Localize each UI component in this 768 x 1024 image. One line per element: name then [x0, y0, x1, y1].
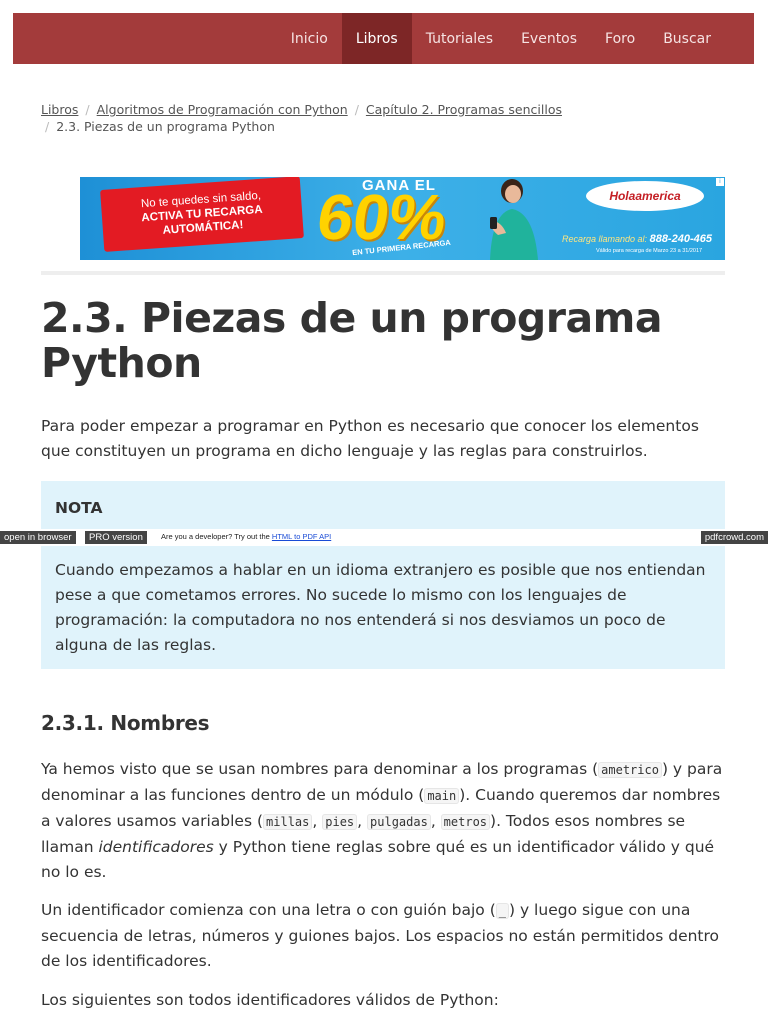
nav-item-inicio[interactable]: Inicio — [277, 13, 342, 64]
code-metros: metros — [440, 814, 491, 830]
nombres-paragraph-3: Los siguientes son todos identificadores… — [41, 991, 499, 1009]
ad-logo: Holaamerica — [586, 181, 704, 211]
nav-item-tutoriales[interactable]: Tutoriales — [412, 13, 507, 64]
breadcrumb-link-book[interactable]: Algoritmos de Programación con Python — [97, 102, 348, 117]
breadcrumb: Libros / Algoritmos de Programación con Py… — [41, 101, 731, 135]
pdfcrowd-site-button[interactable]: pdfcrowd.com — [700, 531, 768, 544]
breadcrumb-link-libros[interactable]: Libros — [41, 102, 78, 117]
page-title: 2.3. Piezas de un programa Python — [41, 294, 663, 387]
breadcrumb-separator: / — [354, 102, 359, 117]
breadcrumb-separator: / — [45, 119, 50, 134]
code-pulgadas: pulgadas — [367, 814, 431, 830]
code-underscore: _ — [495, 903, 509, 919]
code-main: main — [424, 788, 460, 804]
text: Un identificador comienza con una letra … — [41, 901, 496, 919]
divider — [41, 271, 725, 275]
ad-red-tag: No te quedes sin saldo, ACTIVA TU RECARG… — [100, 177, 304, 252]
note-body: Cuando empezamos a hablar en un idioma e… — [55, 561, 706, 654]
banner-ad[interactable]: No te quedes sin saldo, ACTIVA TU RECARG… — [80, 177, 725, 260]
ad-phone: 888-240-465 — [649, 233, 712, 245]
open-in-browser-button[interactable]: open in browser — [0, 531, 76, 544]
text: , — [430, 812, 441, 830]
text: , — [312, 812, 323, 830]
nombres-paragraph-2: Un identificador comienza con una letra … — [41, 898, 731, 974]
breadcrumb-current: 2.3. Piezas de un programa Python — [56, 119, 275, 134]
pdfcrowd-message: Are you a developer? Try out the HTML to… — [161, 532, 331, 541]
ad-woman-image — [490, 179, 538, 260]
nav-item-foro[interactable]: Foro — [591, 13, 649, 64]
intro-paragraph: Para poder empezar a programar en Python… — [41, 417, 699, 460]
nav-item-buscar[interactable]: Buscar — [649, 13, 725, 64]
breadcrumb-link-chapter[interactable]: Capítulo 2. Programas sencillos — [366, 102, 562, 117]
section-title: 2.3.1. Nombres — [41, 711, 210, 735]
pro-version-button[interactable]: PRO version — [85, 531, 147, 544]
note-title: NOTA — [55, 499, 103, 517]
nav-item-libros[interactable]: Libros — [341, 13, 412, 64]
ad-recarga-label: Recarga llamando al: — [562, 234, 648, 244]
note-box: NOTA Cuando empezamos a hablar en un idi… — [41, 481, 725, 669]
code-pies: pies — [322, 814, 358, 830]
nav-menu: Inicio Libros Tutoriales Eventos Foro Bu… — [277, 13, 725, 64]
text: , — [357, 812, 368, 830]
code-millas: millas — [263, 814, 313, 830]
pdfcrowd-bar: open in browser PRO version Are you a de… — [0, 529, 768, 546]
ad-valido: Válido para recarga de Marzo 23 a 31/201… — [596, 248, 703, 254]
ad-info-icon[interactable]: i — [716, 178, 724, 186]
nombres-paragraph-1: Ya hemos visto que se usan nombres para … — [41, 757, 731, 885]
code-ametrico: ametrico — [598, 762, 662, 778]
ad-recarga: Recarga llamando al: 888-240-465 — [562, 233, 712, 245]
breadcrumb-separator: / — [85, 102, 90, 117]
nav-item-eventos[interactable]: Eventos — [507, 13, 591, 64]
html-to-pdf-link[interactable]: HTML to PDF API — [272, 532, 331, 541]
text: Ya hemos visto que se usan nombres para … — [41, 760, 599, 778]
top-navbar: Inicio Libros Tutoriales Eventos Foro Bu… — [13, 13, 754, 64]
pdfcrowd-message-text: Are you a developer? Try out the — [161, 532, 272, 541]
emphasis-identificadores: identificadores — [98, 838, 214, 856]
